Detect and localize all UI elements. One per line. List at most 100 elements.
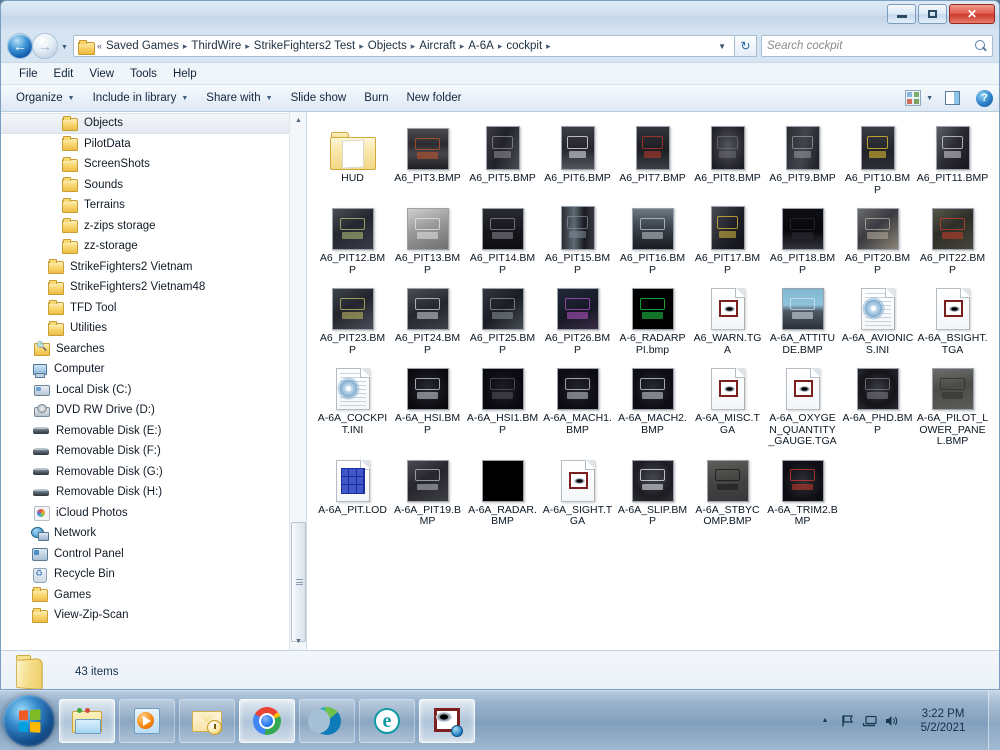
breadcrumb-overflow[interactable]: « (96, 41, 103, 51)
taskbar-microsoft-edge[interactable] (299, 698, 355, 743)
sidebar-item-screenshots[interactable]: ScreenShots (1, 154, 306, 175)
file-item[interactable]: A-6A_SIGHT.TGA (540, 450, 615, 530)
file-item[interactable]: A-6A_MACH1.BMP (540, 358, 615, 450)
sidebar-item-searches[interactable]: Searches (1, 339, 306, 360)
refresh-button[interactable]: ↻ (735, 35, 757, 57)
maximize-button[interactable] (918, 4, 947, 24)
file-item[interactable]: A6_PIT6.BMP (540, 118, 615, 198)
clock[interactable]: 3:22 PM 5/2/2021 (902, 707, 984, 735)
file-item[interactable]: A-6A_TRIM2.BMP (765, 450, 840, 530)
back-button[interactable]: ← (7, 33, 33, 59)
file-item[interactable]: A-6A_COCKPIT.INI (315, 358, 390, 450)
file-item[interactable]: A-6A_OXYGEN_QUANTITY_GAUGE.TGA (765, 358, 840, 450)
breadcrumb-item-4[interactable]: Aircraft (416, 39, 458, 53)
slide-show-button[interactable]: Slide show (282, 88, 356, 108)
sidebar-item-icloud-photos[interactable]: iCloud Photos (1, 503, 306, 524)
file-item[interactable]: A6_PIT16.BMP (615, 198, 690, 278)
file-item[interactable]: A-6A_PILOT_LOWER_PANEL.BMP (915, 358, 990, 450)
taskbar-windows-media-player[interactable] (119, 698, 175, 743)
file-item[interactable]: A6_PIT23.BMP (315, 278, 390, 358)
sidebar-item-objects[interactable]: Objects (1, 113, 306, 134)
file-list-pane[interactable]: HUD A6_PIT3.BMP A6_PIT5.BMP A6_PIT6.BMP A6_P… (307, 112, 999, 650)
file-item[interactable]: A6_PIT24.BMP (390, 278, 465, 358)
file-item[interactable]: A-6_RADARPPI.bmp (615, 278, 690, 358)
taskbar-google-chrome[interactable] (239, 698, 295, 743)
scroll-down-button[interactable]: ▼ (290, 633, 306, 650)
breadcrumb-item-6[interactable]: cockpit (503, 39, 545, 53)
file-item[interactable]: A-6A_RADAR.BMP (465, 450, 540, 530)
file-item[interactable]: A6_PIT17.BMP (690, 198, 765, 278)
file-item[interactable]: A6_PIT13.BMP (390, 198, 465, 278)
sidebar-item-computer[interactable]: Computer (1, 359, 306, 380)
file-item[interactable]: A6_PIT25.BMP (465, 278, 540, 358)
scrollbar-thumb[interactable] (291, 522, 306, 642)
tray-overflow-button[interactable]: ▲ (814, 717, 836, 724)
breadcrumb-dropdown-icon[interactable]: ▼ (712, 42, 732, 51)
breadcrumb-separator[interactable]: ▸ (545, 41, 552, 52)
sidebar-item-zz-storage[interactable]: zz-storage (1, 236, 306, 257)
menu-tools[interactable]: Tools (122, 66, 165, 82)
minimize-button[interactable] (887, 4, 916, 24)
file-item[interactable]: A6_PIT15.BMP (540, 198, 615, 278)
file-item[interactable]: A6_PIT9.BMP (765, 118, 840, 198)
file-item[interactable]: A-6A_AVIONICS.INI (840, 278, 915, 358)
sidebar-item-removable-disk-e[interactable]: Removable Disk (E:) (1, 421, 306, 442)
taskbar-windows-explorer[interactable] (59, 698, 115, 743)
sidebar-item-recycle-bin[interactable]: Recycle Bin (1, 564, 306, 585)
sidebar-item-terrains[interactable]: Terrains (1, 195, 306, 216)
show-desktop-button[interactable] (988, 691, 1000, 750)
file-item[interactable]: HUD (315, 118, 390, 198)
file-item[interactable]: A-6A_MISC.TGA (690, 358, 765, 450)
title-bar[interactable]: ✕ (1, 1, 999, 30)
sidebar-item-pilotdata[interactable]: PilotData (1, 134, 306, 155)
recent-pages-button[interactable]: ▼ (58, 44, 71, 51)
file-item[interactable]: A6_PIT22.BMP (915, 198, 990, 278)
scroll-up-button[interactable]: ▲ (290, 112, 306, 129)
volume-button[interactable] (880, 714, 902, 728)
action-center-button[interactable] (836, 714, 858, 728)
file-item[interactable]: A6_PIT8.BMP (690, 118, 765, 198)
include-in-library-button[interactable]: Include in library ▼ (84, 88, 198, 108)
file-item[interactable]: A6_WARN.TGA (690, 278, 765, 358)
taskbar-mail-client[interactable] (179, 698, 235, 743)
search-input[interactable]: Search cockpit (761, 35, 993, 57)
sidebar-item-removable-disk-h[interactable]: Removable Disk (H:) (1, 482, 306, 503)
sidebar-item-removable-disk-g[interactable]: Removable Disk (G:) (1, 462, 306, 483)
file-item[interactable]: A6_PIT26.BMP (540, 278, 615, 358)
sidebar-item-local-disk-c[interactable]: Local Disk (C:) (1, 380, 306, 401)
burn-button[interactable]: Burn (355, 88, 397, 108)
file-item[interactable]: A6_PIT14.BMP (465, 198, 540, 278)
breadcrumb-item-2[interactable]: StrikeFighters2 Test (251, 39, 358, 53)
file-item[interactable]: A-6A_HSI1.BMP (465, 358, 540, 450)
breadcrumb[interactable]: « Saved Games ▸ ThirdWire ▸ StrikeFighte… (73, 35, 735, 57)
file-item[interactable]: A-6A_HSI.BMP (390, 358, 465, 450)
preview-pane-button[interactable] (939, 88, 966, 108)
file-item[interactable]: A6_PIT7.BMP (615, 118, 690, 198)
file-item[interactable]: A6_PIT20.BMP (840, 198, 915, 278)
breadcrumb-item-1[interactable]: ThirdWire (188, 39, 244, 53)
menu-view[interactable]: View (81, 66, 122, 82)
sidebar-item-removable-disk-f[interactable]: Removable Disk (F:) (1, 441, 306, 462)
menu-edit[interactable]: Edit (46, 66, 82, 82)
sidebar-item-utilities[interactable]: Utilities (1, 318, 306, 339)
forward-button[interactable]: → (32, 33, 58, 59)
file-item[interactable]: A-6A_MACH2.BMP (615, 358, 690, 450)
new-folder-button[interactable]: New folder (397, 88, 470, 108)
close-button[interactable]: ✕ (949, 4, 995, 24)
network-button[interactable] (858, 714, 880, 728)
sidebar-item-view-zip-scan[interactable]: View-Zip-Scan (1, 605, 306, 626)
file-item[interactable]: A6_PIT12.BMP (315, 198, 390, 278)
taskbar-edge-legacy[interactable]: e (359, 698, 415, 743)
file-item[interactable]: A-6A_PIT19.BMP (390, 450, 465, 530)
start-button[interactable] (3, 694, 55, 747)
file-item[interactable]: A6_PIT18.BMP (765, 198, 840, 278)
file-item[interactable]: A6_PIT10.BMP (840, 118, 915, 198)
sidebar-item-z-zips-storage[interactable]: z-zips storage (1, 216, 306, 237)
file-item[interactable]: A-6A_BSIGHT.TGA (915, 278, 990, 358)
file-item[interactable]: A-6A_SLIP.BMP (615, 450, 690, 530)
sidebar-item-games[interactable]: Games (1, 585, 306, 606)
organize-button[interactable]: Organize ▼ (7, 88, 84, 108)
file-item[interactable]: A-6A_STBYCOMP.BMP (690, 450, 765, 530)
breadcrumb-item-3[interactable]: Objects (365, 39, 410, 53)
sidebar-item-control-panel[interactable]: Control Panel (1, 544, 306, 565)
